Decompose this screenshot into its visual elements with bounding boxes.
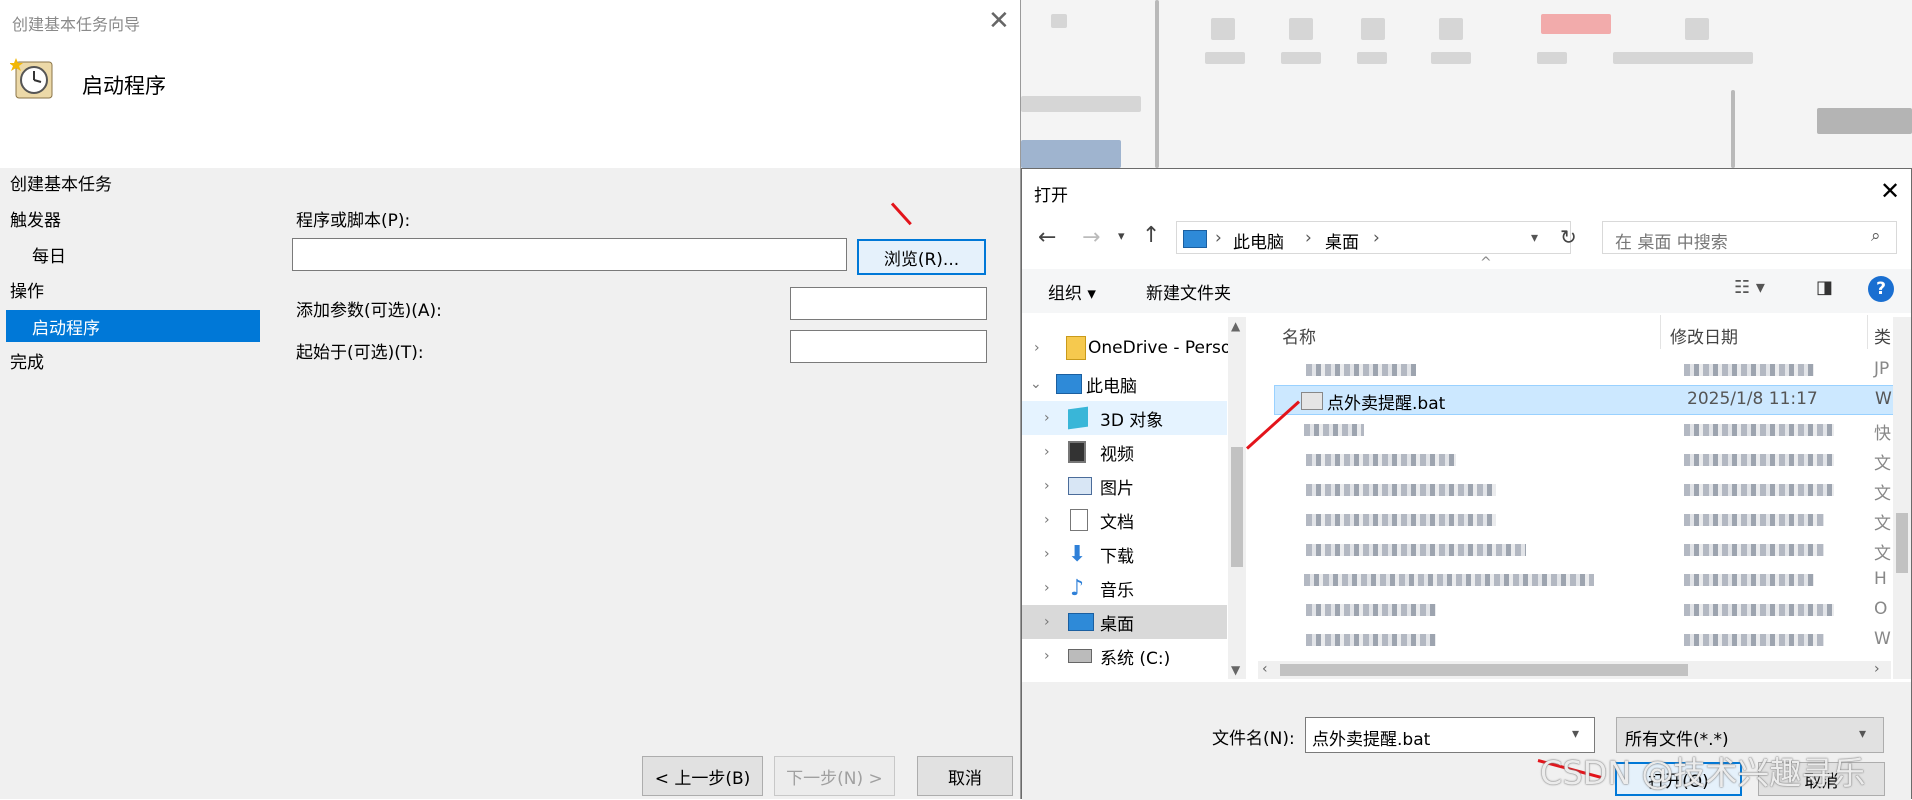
nav-action: 操作 xyxy=(10,282,44,302)
scroll-right-icon[interactable]: › xyxy=(1874,661,1880,677)
scroll-up-icon[interactable]: ▲ xyxy=(1231,319,1240,333)
file-row[interactable]: 文 xyxy=(1274,445,1911,475)
close-icon[interactable]: ✕ xyxy=(988,6,1010,36)
background-app-blurred xyxy=(1021,0,1912,168)
open-dialog-title: 打开 xyxy=(1034,186,1068,206)
scroll-down-icon[interactable]: ▼ xyxy=(1231,663,1240,677)
search-input[interactable]: 在 桌面 中搜索 ⌕ xyxy=(1602,221,1897,254)
file-row[interactable]: W xyxy=(1274,625,1911,655)
tree-item-music[interactable]: › ♪ 音乐 xyxy=(1022,571,1227,605)
recent-locations-icon[interactable]: ▾ xyxy=(1118,229,1125,244)
nav-trigger: 触发器 xyxy=(10,211,61,231)
open-file-dialog: 打开 ✕ ← → ▾ ↑ › 此电脑 › 桌面 › ▾ ↻ 在 桌面 中搜索 ⌕… xyxy=(1021,168,1912,800)
document-icon xyxy=(1070,509,1088,531)
bat-file-icon xyxy=(1301,392,1323,410)
back-arrow-icon[interactable]: ← xyxy=(1038,225,1056,250)
file-row[interactable]: H xyxy=(1274,565,1911,595)
selected-file-date: 2025/1/8 11:17 xyxy=(1687,389,1818,409)
organize-button[interactable]: 组织 ▾ xyxy=(1048,279,1096,304)
nav-daily: 每日 xyxy=(32,247,66,267)
column-type[interactable]: 类 xyxy=(1874,323,1891,348)
open-dialog-close-icon[interactable]: ✕ xyxy=(1880,177,1900,205)
hscroll-thumb[interactable] xyxy=(1280,664,1688,676)
file-row[interactable]: JP xyxy=(1274,355,1911,385)
download-icon: ⬇ xyxy=(1068,541,1087,567)
scroll-left-icon[interactable]: ‹ xyxy=(1262,661,1268,677)
tree-item-pictures[interactable]: › 图片 xyxy=(1022,469,1227,503)
create-basic-task-wizard: 创建基本任务向导 ✕ 启动程序 创建基本任务 触发器 每日 操作 启动程序 完成… xyxy=(0,0,1021,799)
program-label: 程序或脚本(P): xyxy=(296,211,411,231)
start-in-label: 起始于(可选)(T): xyxy=(296,343,424,363)
computer-icon xyxy=(1183,230,1207,248)
args-label: 添加参数(可选)(A): xyxy=(296,301,442,321)
tree-item-videos[interactable]: › 视频 xyxy=(1022,435,1227,469)
wizard-page-title: 启动程序 xyxy=(82,74,166,98)
breadcrumb-this-pc[interactable]: 此电脑 xyxy=(1233,228,1284,253)
forward-arrow-icon[interactable]: → xyxy=(1082,225,1100,250)
tree-scroll-thumb[interactable] xyxy=(1231,447,1243,567)
view-options-icon[interactable]: ☷ ▾ xyxy=(1734,277,1765,298)
nav-start-program-selected: 启动程序 xyxy=(6,310,260,342)
window-title: 创建基本任务向导 xyxy=(12,15,141,34)
folder-icon xyxy=(1066,336,1086,360)
picture-icon xyxy=(1068,477,1092,495)
video-icon xyxy=(1068,441,1086,463)
file-row[interactable]: O xyxy=(1274,595,1911,625)
nav-create-basic-task: 创建基本任务 xyxy=(10,175,112,195)
wizard-cancel-button[interactable]: 取消 xyxy=(917,756,1013,796)
tree-item-downloads[interactable]: › ⬇ 下载 xyxy=(1022,537,1227,571)
tree-item-3d-objects[interactable]: › 3D 对象 xyxy=(1022,401,1227,435)
nav-tree: › OneDrive - Perso ⌄ 此电脑 › 3D 对象 › 视频 › … xyxy=(1022,317,1250,679)
selected-file-name: 点外卖提醒.bat xyxy=(1327,394,1446,414)
chevron-down-icon[interactable]: ▾ xyxy=(1531,230,1538,246)
watermark-text: CSDN @技术兴趣寻乐 xyxy=(1540,754,1866,792)
browse-button[interactable]: 浏览(R)... xyxy=(857,239,986,275)
tree-item-system-c[interactable]: › 系统 (C:) xyxy=(1022,639,1227,673)
computer-icon xyxy=(1056,374,1082,394)
vscroll-thumb[interactable] xyxy=(1896,513,1908,573)
nav-start-program: 启动程序 xyxy=(32,319,100,339)
args-input[interactable] xyxy=(790,287,987,320)
address-bar[interactable]: › 此电脑 › 桌面 › ▾ xyxy=(1176,221,1571,254)
up-arrow-icon[interactable]: ↑ xyxy=(1142,223,1160,248)
sort-indicator-icon: ^ xyxy=(1480,255,1492,271)
program-input[interactable] xyxy=(292,238,847,271)
drive-icon xyxy=(1068,649,1092,663)
filename-label: 文件名(N): xyxy=(1212,729,1295,749)
tree-item-documents[interactable]: › 文档 xyxy=(1022,503,1227,537)
refresh-icon[interactable]: ↻ xyxy=(1560,225,1577,249)
help-icon[interactable]: ? xyxy=(1868,276,1894,302)
music-icon: ♪ xyxy=(1070,575,1085,601)
tree-item-desktop[interactable]: › 桌面 xyxy=(1022,605,1227,639)
file-row[interactable]: 文 xyxy=(1274,475,1911,505)
file-row[interactable]: 快 xyxy=(1274,415,1911,445)
tree-item-this-pc[interactable]: ⌄ 此电脑 xyxy=(1022,367,1227,401)
chevron-down-icon[interactable]: ▾ xyxy=(1572,726,1579,742)
tree-item-onedrive[interactable]: › OneDrive - Perso xyxy=(1022,331,1231,365)
start-in-input[interactable] xyxy=(790,330,987,363)
cube-icon xyxy=(1068,406,1088,430)
desktop-icon xyxy=(1068,613,1094,631)
back-button[interactable]: < 上一步(B) xyxy=(642,756,763,796)
wizard-header: 创建基本任务向导 ✕ 启动程序 xyxy=(0,0,1020,168)
file-list-vscrollbar[interactable] xyxy=(1893,317,1911,679)
chevron-down-icon[interactable]: ▾ xyxy=(1859,726,1866,742)
preview-pane-icon[interactable]: ◨ xyxy=(1816,277,1833,298)
file-list-hscrollbar[interactable]: ‹ › xyxy=(1258,661,1891,679)
task-clock-icon xyxy=(9,56,54,100)
search-placeholder: 在 桌面 中搜索 xyxy=(1615,233,1728,253)
column-modified[interactable]: 修改日期 xyxy=(1670,323,1738,348)
file-row[interactable]: 文 xyxy=(1274,535,1911,565)
column-name[interactable]: 名称 xyxy=(1282,323,1316,348)
tree-scrollbar[interactable]: ▲ ▼ xyxy=(1228,317,1246,679)
search-icon: ⌕ xyxy=(1871,226,1881,246)
new-folder-button[interactable]: 新建文件夹 xyxy=(1146,279,1231,304)
file-row[interactable]: 文 xyxy=(1274,505,1911,535)
file-row-selected[interactable]: 点外卖提醒.bat 2025/1/8 11:17 W xyxy=(1274,385,1911,415)
selected-file-type: W xyxy=(1875,389,1892,409)
nav-finish: 完成 xyxy=(10,353,44,373)
next-button[interactable]: 下一步(N) > xyxy=(774,756,895,796)
breadcrumb-desktop[interactable]: 桌面 xyxy=(1325,228,1359,253)
